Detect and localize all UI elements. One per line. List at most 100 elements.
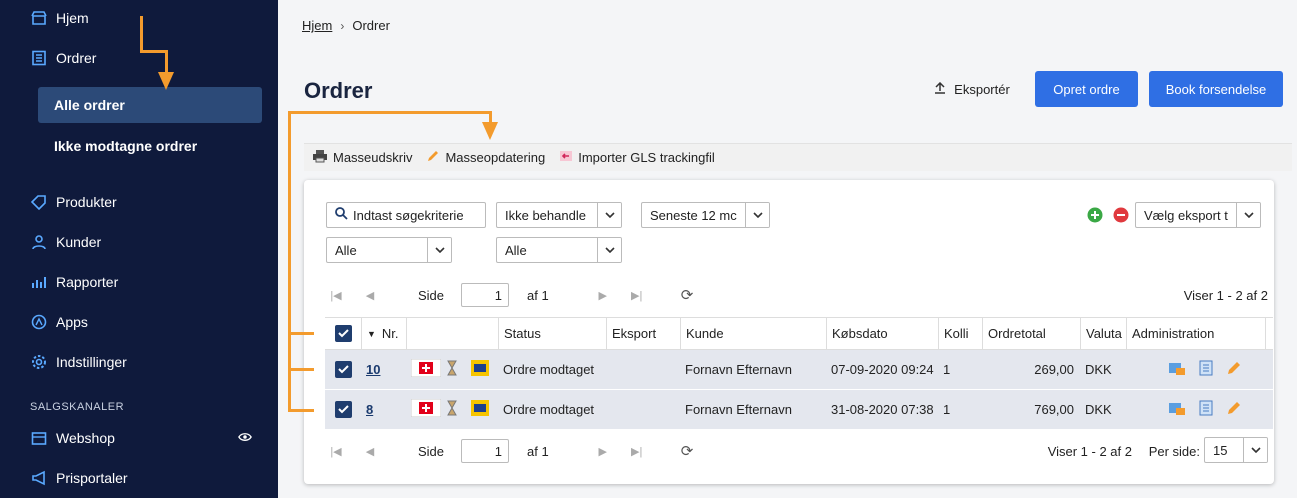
- bulk-update-button[interactable]: Masseopdatering: [426, 149, 545, 166]
- bulk-print-label: Masseudskriv: [333, 150, 413, 165]
- last-page-icon[interactable]: ▶|: [629, 445, 645, 458]
- sidebar: Hjem Ordrer Alle ordrer Ikke modtagne or…: [0, 0, 278, 498]
- col-header-valuta[interactable]: Valuta: [1080, 318, 1126, 349]
- pager-side-label: Side: [418, 443, 445, 459]
- pager-showing: Viser 1 - 2 af 2: [1047, 443, 1132, 459]
- apps-icon: [30, 313, 48, 331]
- bulk-print-button[interactable]: Masseudskriv: [312, 149, 412, 166]
- per-page-select[interactable]: 15: [1204, 437, 1268, 463]
- gls-logo-icon: [471, 360, 489, 379]
- sidebar-item-hjem[interactable]: Hjem: [30, 9, 89, 27]
- chevron-down-icon: [597, 203, 621, 227]
- annotation-arrowhead: [158, 72, 174, 90]
- order-actions: [1126, 350, 1266, 389]
- per-page-value: 15: [1213, 442, 1228, 458]
- export-select[interactable]: Vælg eksport t: [1135, 202, 1261, 228]
- main-content: Hjem › Ordrer Ordrer Eksportér Opret ord…: [278, 0, 1297, 498]
- row-checkbox[interactable]: [325, 350, 361, 389]
- col-header-ordretotal[interactable]: Ordretotal: [982, 318, 1080, 349]
- col-header-status[interactable]: Status: [498, 318, 606, 349]
- col-header-kobsdato[interactable]: Købsdato: [826, 318, 938, 349]
- order-total: 269,00: [1034, 362, 1074, 377]
- order-number-link[interactable]: 10: [361, 350, 406, 389]
- sidebar-item-ordrer[interactable]: Ordrer: [30, 49, 96, 67]
- refresh-icon[interactable]: ⟳: [681, 442, 694, 460]
- col-header-kunde[interactable]: Kunde: [680, 318, 826, 349]
- sidebar-item-indstillinger[interactable]: Indstillinger: [30, 353, 127, 371]
- per-page-label: Per side:: [1148, 443, 1200, 459]
- table-row[interactable]: 10 Ordre modtaget Fornavn Efternavn 07-0…: [325, 350, 1273, 390]
- next-page-icon[interactable]: ▶: [595, 289, 611, 302]
- shipping-label-icon[interactable]: [1168, 360, 1186, 379]
- section-label-salgskanaler: SALGSKANALER: [30, 401, 125, 413]
- sidebar-item-produkter[interactable]: Produkter: [30, 193, 117, 211]
- sidebar-item-rapporter[interactable]: Rapporter: [30, 273, 118, 291]
- annotation-arrow: [165, 50, 168, 74]
- last-page-icon[interactable]: ▶|: [629, 289, 645, 302]
- page-input[interactable]: 1: [461, 283, 510, 307]
- page-title: Ordrer: [304, 78, 373, 103]
- shipping-label-icon[interactable]: [1168, 400, 1186, 419]
- export-button[interactable]: Eksportér: [926, 71, 1018, 107]
- refresh-icon[interactable]: ⟳: [681, 286, 694, 304]
- create-order-button[interactable]: Opret ordre: [1035, 71, 1138, 107]
- print-invoice-icon[interactable]: [1198, 360, 1214, 379]
- search-input[interactable]: Indtast søgekriterie: [326, 202, 486, 228]
- sidebar-item-webshop[interactable]: Webshop: [30, 429, 252, 447]
- next-page-icon[interactable]: ▶: [595, 445, 611, 458]
- sidebar-item-label: Prisportaler: [56, 470, 128, 486]
- sidebar-item-prisportaler[interactable]: Prisportaler: [30, 469, 128, 487]
- prev-page-icon[interactable]: ◀: [362, 289, 378, 302]
- period-select[interactable]: Seneste 12 mc: [641, 202, 770, 228]
- import-gls-button[interactable]: Importer GLS trackingfil: [559, 149, 715, 166]
- filter-select-b[interactable]: Alle: [496, 237, 622, 263]
- pager-showing: Viser 1 - 2 af 2: [1183, 287, 1268, 303]
- annotation-arrow: [288, 111, 492, 114]
- book-shipment-button[interactable]: Book forsendelse: [1149, 71, 1283, 107]
- annotation-arrow: [288, 332, 314, 335]
- annotation-arrow: [288, 409, 314, 412]
- remove-icon[interactable]: [1113, 207, 1129, 226]
- bulk-update-label: Masseopdatering: [445, 150, 546, 165]
- edit-pencil-icon[interactable]: [1226, 400, 1242, 419]
- pager-of-label: af 1: [527, 287, 549, 303]
- chevron-right-icon: ›: [340, 18, 345, 33]
- col-header-nr[interactable]: ▼ Nr.: [361, 318, 406, 349]
- eye-icon[interactable]: [238, 430, 252, 447]
- col-header-kolli[interactable]: Kolli: [938, 318, 982, 349]
- table-header: ▼ Nr. Status Eksport Kunde Købsdato Kolli…: [325, 317, 1273, 350]
- chevron-down-icon: [745, 203, 769, 227]
- status-select[interactable]: Ikke behandle: [496, 202, 622, 228]
- annotation-arrow: [288, 368, 314, 371]
- chevron-down-icon: [1243, 438, 1267, 462]
- orders-icon: [30, 49, 48, 67]
- order-number-link[interactable]: 8: [361, 390, 406, 429]
- sidebar-subitem-ikke-modtagne[interactable]: Ikke modtagne ordrer: [38, 128, 262, 164]
- col-header-eksport[interactable]: Eksport: [606, 318, 680, 349]
- print-invoice-icon[interactable]: [1198, 400, 1214, 419]
- first-page-icon[interactable]: |◀: [328, 289, 344, 302]
- order-number: 8: [366, 402, 374, 417]
- status-select-value: Ikke behandle: [505, 207, 586, 223]
- edit-pencil-icon[interactable]: [1226, 360, 1242, 379]
- page-input[interactable]: 1: [461, 439, 510, 463]
- col-header-icons: [406, 318, 498, 349]
- pager-bottom: |◀ ◀ Side 1 af 1 ▶ ▶| ⟳ Viser 1 - 2 af 2…: [328, 437, 1268, 463]
- search-placeholder: Indtast søgekriterie: [353, 207, 464, 223]
- prev-page-icon[interactable]: ◀: [362, 445, 378, 458]
- sidebar-item-label: Ordrer: [56, 50, 97, 66]
- annotation-arrowhead: [482, 122, 498, 140]
- sidebar-item-apps[interactable]: Apps: [30, 313, 88, 331]
- sidebar-subitem-alle-ordrer[interactable]: Alle ordrer: [38, 87, 262, 123]
- sidebar-item-kunder[interactable]: Kunder: [30, 233, 101, 251]
- filter-select-a[interactable]: Alle: [326, 237, 452, 263]
- order-currency: DKK: [1085, 362, 1112, 377]
- breadcrumb-home-link[interactable]: Hjem: [302, 18, 332, 33]
- add-icon[interactable]: [1087, 207, 1103, 226]
- first-page-icon[interactable]: |◀: [328, 445, 344, 458]
- select-all-checkbox[interactable]: [325, 318, 361, 349]
- annotation-arrow: [288, 111, 291, 411]
- table-row[interactable]: 8 Ordre modtaget Fornavn Efternavn 31-08…: [325, 390, 1273, 430]
- row-checkbox[interactable]: [325, 390, 361, 429]
- order-kolli: 1: [943, 402, 951, 417]
